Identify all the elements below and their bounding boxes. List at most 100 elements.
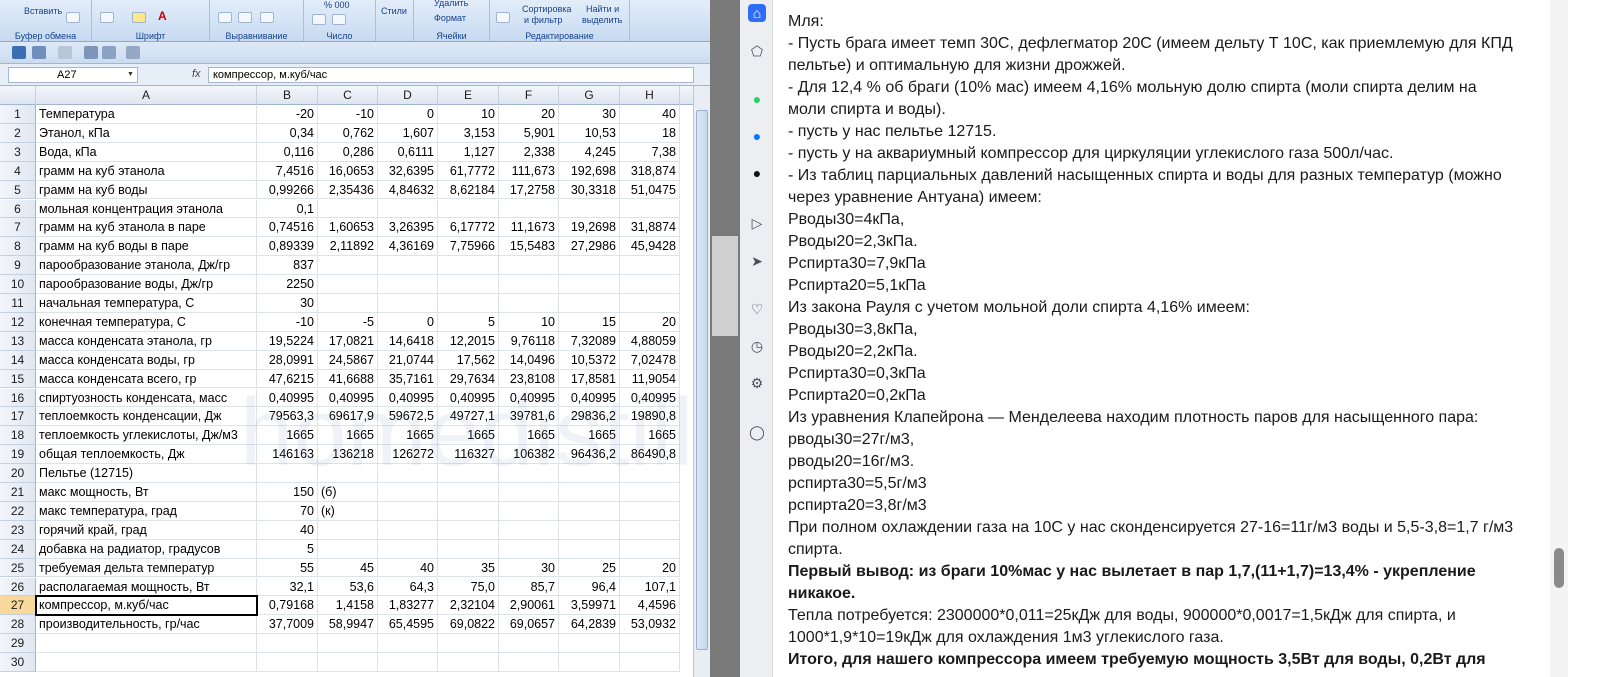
cell-value[interactable] [438, 501, 499, 521]
cell-value[interactable]: 4,4596 [620, 596, 680, 616]
cell-value[interactable]: 0,34 [257, 123, 318, 143]
cell-value[interactable]: 96,4 [559, 577, 620, 597]
select-all-corner[interactable] [0, 86, 36, 105]
cell-value[interactable]: 6,17772 [438, 218, 499, 238]
cell-value[interactable] [620, 634, 680, 654]
styles-button[interactable]: Стили [381, 6, 407, 16]
cell-value[interactable]: 0,40995 [257, 388, 318, 408]
customize-toolbar-icon[interactable] [126, 46, 140, 59]
cell-value[interactable]: 150 [257, 483, 318, 502]
cell-value[interactable] [559, 256, 620, 276]
sort-filter-button-line2[interactable]: и фильтр [524, 15, 562, 25]
cell-value[interactable]: 79563,3 [257, 407, 318, 427]
cell-value[interactable] [620, 653, 680, 672]
cell-value[interactable] [438, 199, 499, 219]
cell-value[interactable]: 53,6 [318, 577, 378, 597]
cell-value[interactable] [438, 653, 499, 672]
cell-value[interactable]: 40 [620, 105, 680, 124]
cell-label[interactable]: конечная температура, С [36, 312, 257, 332]
cell-value[interactable] [559, 294, 620, 313]
row-header[interactable]: 4 [0, 161, 36, 181]
cell-value[interactable]: 11,1673 [499, 218, 559, 238]
cell-value[interactable] [378, 256, 438, 276]
cell-value[interactable]: 192,698 [559, 161, 620, 181]
home-icon[interactable]: ⌂ [748, 4, 766, 22]
cell-label[interactable]: грамм на куб этанола в паре [36, 218, 257, 238]
fill-color-icon[interactable] [132, 12, 146, 23]
cell-value[interactable]: 35,7161 [378, 369, 438, 389]
cell-value[interactable]: 30 [559, 105, 620, 124]
cell-value[interactable]: 2,32104 [438, 596, 499, 616]
cell-value[interactable]: 96436,2 [559, 445, 620, 465]
cell-value[interactable]: 0,89339 [257, 237, 318, 257]
column-header-h[interactable]: H [620, 86, 680, 105]
cell-value[interactable]: 1665 [257, 426, 318, 446]
cell-value[interactable]: 41,6688 [318, 369, 378, 389]
cell-value[interactable]: 27,2986 [559, 237, 620, 257]
cell-value[interactable]: 32,1 [257, 577, 318, 597]
cell-value[interactable]: 17,8581 [559, 369, 620, 389]
page-scrollbar[interactable] [1550, 0, 1568, 677]
chevron-down-icon[interactable]: ▼ [127, 71, 134, 78]
column-header-e[interactable]: E [438, 86, 499, 105]
cell-label[interactable]: Пельтье (12715) [36, 464, 257, 483]
lightbulb-icon[interactable]: ◯ [748, 423, 766, 441]
cell-label[interactable]: теплоемкость конденсации, Дж [36, 407, 257, 427]
cell-value[interactable]: 24,5867 [318, 350, 378, 370]
row-header[interactable]: 17 [0, 407, 36, 427]
number-format-percent[interactable]: % 000 [324, 0, 350, 10]
cell-value[interactable]: -10 [257, 312, 318, 332]
cell-value[interactable] [499, 653, 559, 672]
cell-value[interactable] [257, 464, 318, 483]
settings-icon[interactable]: ⚙ [748, 374, 766, 392]
name-box[interactable]: A27 [8, 67, 138, 83]
cell-value[interactable] [378, 483, 438, 502]
cell-value[interactable]: 65,4595 [378, 615, 438, 635]
cell-value[interactable] [378, 294, 438, 313]
cell-value[interactable]: 49727,1 [438, 407, 499, 427]
undo-icon[interactable] [32, 46, 46, 59]
cell-label[interactable]: требуемая дельта температур [36, 558, 257, 578]
cell-value[interactable]: 69,0657 [499, 615, 559, 635]
cell-value[interactable]: 14,0496 [499, 350, 559, 370]
cell-value[interactable]: 0,74516 [257, 218, 318, 238]
cell-value[interactable]: 5 [257, 539, 318, 559]
cell-value[interactable]: 15 [559, 312, 620, 332]
cell-value[interactable] [499, 501, 559, 521]
row-header[interactable]: 15 [0, 369, 36, 389]
cell-value[interactable] [559, 275, 620, 294]
cell-value[interactable]: 1665 [438, 426, 499, 446]
cell-value[interactable]: 0,40995 [499, 388, 559, 408]
cell-value[interactable] [318, 634, 378, 654]
cell-value[interactable]: 19,5224 [257, 331, 318, 351]
cell-value[interactable] [620, 256, 680, 276]
cell-value[interactable]: 17,562 [438, 350, 499, 370]
cell-value[interactable]: 14,6418 [378, 331, 438, 351]
column-header-c[interactable]: C [318, 86, 378, 105]
column-header-g[interactable]: G [559, 86, 620, 105]
find-select-button[interactable]: Найти и [586, 4, 619, 14]
cell-value[interactable] [620, 199, 680, 219]
cell-value[interactable]: 5 [438, 312, 499, 332]
cell-label[interactable]: масса конденсата этанола, гр [36, 331, 257, 351]
row-header[interactable]: 26 [0, 577, 36, 597]
tiktok-icon[interactable]: ● [748, 164, 766, 182]
history-icon[interactable]: ◷ [748, 337, 766, 355]
cell-value[interactable]: 7,02478 [620, 350, 680, 370]
formula-input[interactable]: компрессор, м.куб/час [208, 67, 694, 83]
heart-icon[interactable]: ♡ [748, 300, 766, 318]
cell-value[interactable]: 11,9054 [620, 369, 680, 389]
row-header[interactable]: 5 [0, 180, 36, 200]
cell-value[interactable] [559, 199, 620, 219]
cell-value[interactable]: 1,127 [438, 142, 499, 162]
cell-label[interactable]: парообразование этанола, Дж/гр [36, 256, 257, 276]
cell-value[interactable]: 9,76118 [499, 331, 559, 351]
row-header[interactable]: 21 [0, 483, 36, 502]
cell-label[interactable] [36, 634, 257, 654]
spreadsheet-grid[interactable]: ABCDEFGH 1 Температура -20 -10 0 10 20 30 40 2 Эта… [0, 86, 693, 677]
cell-value[interactable]: 30,3318 [559, 180, 620, 200]
clear-icon[interactable] [496, 12, 510, 23]
row-header[interactable]: 14 [0, 350, 36, 370]
cell-value[interactable]: 4,36169 [378, 237, 438, 257]
font-color-icon[interactable]: A [158, 9, 167, 23]
